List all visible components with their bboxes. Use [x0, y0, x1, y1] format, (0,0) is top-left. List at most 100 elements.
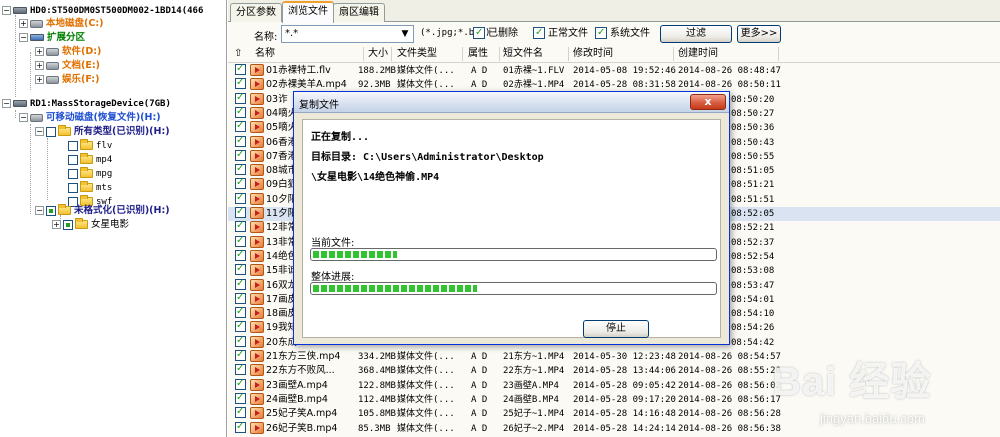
- row-checkbox[interactable]: [235, 405, 246, 419]
- tree-checkbox[interactable]: [68, 182, 78, 193]
- row-checkbox[interactable]: [235, 291, 246, 305]
- tab-partition-params[interactable]: 分区参数: [230, 3, 282, 22]
- tree-drive-d[interactable]: + 软件(D:): [35, 45, 101, 59]
- expand-toggle[interactable]: +: [19, 19, 28, 28]
- row-checkbox[interactable]: [235, 348, 246, 362]
- tree-type-flv[interactable]: flv: [68, 139, 112, 153]
- current-progress-fill: [313, 251, 397, 258]
- tree-checkbox[interactable]: [68, 168, 78, 179]
- table-row[interactable]: 24画壁B.mp4 112.4MB媒体文件(... A D 24画壁B.MP4 2014…: [228, 391, 1000, 407]
- row-checkbox[interactable]: [235, 64, 246, 76]
- row-checkbox[interactable]: [235, 319, 246, 333]
- tree-checkbox[interactable]: [68, 140, 78, 151]
- collapse-toggle[interactable]: −: [35, 206, 44, 215]
- row-checkbox[interactable]: [235, 219, 246, 233]
- cell-name: 24画壁B.mp4: [266, 393, 328, 405]
- table-row[interactable]: 26妃子笑B.mp4 85.3MB 媒体文件(... A D 26妃子~2.MP4 201…: [228, 420, 1000, 436]
- row-checkbox[interactable]: [235, 277, 246, 291]
- col-size[interactable]: 大小: [368, 45, 388, 63]
- tree-checkbox[interactable]: [46, 126, 56, 137]
- tree-local-disk-c[interactable]: + 本地磁盘(C:): [19, 17, 103, 31]
- row-checkbox[interactable]: [235, 334, 246, 348]
- tree-drive-e[interactable]: + 文档(E:): [35, 59, 100, 73]
- row-checkbox[interactable]: [235, 76, 246, 90]
- cell-attr: A D: [471, 394, 488, 405]
- partition-tree[interactable]: − HD0:ST500DM0ST500DM002-1BD14(466 + 本地磁盘(…: [0, 0, 227, 437]
- name-filter-combo[interactable]: *.* ▼: [281, 25, 414, 43]
- table-row[interactable]: 01赤裸特工.flv 188.2MB媒体文件(... A D 01赤裸~1.FLV 20…: [228, 64, 1000, 78]
- row-checkbox[interactable]: [235, 205, 246, 219]
- tree-extended-partition[interactable]: − 扩展分区: [19, 31, 85, 45]
- expand-toggle[interactable]: +: [52, 220, 61, 229]
- table-row[interactable]: 22东方不败风... 368.4MB媒体文件(... A D 22东方~1.MP4 20…: [228, 362, 1000, 378]
- tree-type-mts[interactable]: mts: [68, 181, 112, 195]
- col-type[interactable]: 文件类型: [397, 45, 437, 63]
- more-button[interactable]: 更多>>: [737, 25, 781, 43]
- tree-checkbox-partial[interactable]: [46, 205, 56, 216]
- row-checkbox[interactable]: [235, 191, 246, 205]
- col-created[interactable]: 创建时间: [678, 45, 718, 63]
- expand-toggle[interactable]: +: [35, 61, 44, 70]
- row-checkbox[interactable]: [235, 248, 246, 262]
- table-row[interactable]: 25妃子笑A.mp4 105.8MB媒体文件(... A D 25妃子~1.MP4 20…: [228, 405, 1000, 421]
- folder-icon: [58, 204, 71, 215]
- copy-files-dialog: 复制文件 x 正在复制... 目标目录: C:\Users\Administra…: [293, 91, 730, 345]
- collapse-toggle[interactable]: −: [19, 33, 28, 42]
- col-modified[interactable]: 修改时间: [573, 45, 613, 63]
- system-files-checkbox[interactable]: 系统文件: [595, 26, 650, 41]
- col-short-name[interactable]: 短文件名: [503, 45, 543, 63]
- cell-created: 2014-08-26 08:54:57: [678, 352, 781, 362]
- deleted-checkbox[interactable]: 已删除: [473, 26, 518, 41]
- tree-type-mp4[interactable]: mp4: [68, 153, 112, 167]
- row-checkbox[interactable]: [235, 162, 246, 176]
- collapse-toggle[interactable]: −: [2, 6, 11, 15]
- collapse-toggle[interactable]: −: [35, 127, 44, 136]
- row-checkbox[interactable]: [235, 377, 246, 391]
- table-row[interactable]: 23画壁A.mp4 122.8MB媒体文件(... A D 23画壁A.MP4 2014…: [228, 377, 1000, 393]
- media-file-icon: [250, 407, 264, 420]
- tree-disk1[interactable]: − RD1:MassStorageDevice(7GB): [2, 97, 171, 111]
- close-button[interactable]: x: [690, 94, 726, 110]
- cell-created: 08:54:01: [731, 294, 775, 305]
- row-checkbox[interactable]: [235, 148, 246, 162]
- row-checkbox[interactable]: [235, 262, 246, 276]
- tree-drive-f[interactable]: + 娱乐(F:): [35, 73, 99, 87]
- collapse-toggle[interactable]: −: [2, 99, 11, 108]
- cell-name: 03诈: [266, 93, 288, 105]
- tree-type-mpg[interactable]: mpg: [68, 167, 112, 181]
- expand-toggle[interactable]: +: [35, 47, 44, 56]
- up-arrow-icon[interactable]: ⇧: [234, 45, 242, 63]
- tree-unformatted[interactable]: − 未格式化(已识别)(H:): [35, 204, 170, 218]
- row-checkbox[interactable]: [235, 134, 246, 148]
- media-file-icon: [250, 149, 264, 162]
- row-checkbox[interactable]: [235, 91, 246, 105]
- row-checkbox[interactable]: [235, 234, 246, 248]
- row-checkbox[interactable]: [235, 176, 246, 190]
- normal-files-checkbox[interactable]: 正常文件: [533, 26, 588, 41]
- row-checkbox[interactable]: [235, 420, 246, 434]
- tree-disk0[interactable]: − HD0:ST500DM0ST500DM002-1BD14(466: [2, 4, 203, 18]
- stop-button[interactable]: 停止: [583, 320, 649, 338]
- row-checkbox[interactable]: [235, 391, 246, 405]
- row-checkbox[interactable]: [235, 119, 246, 133]
- cell-short-name: 21东方~1.MP4: [503, 352, 565, 362]
- dialog-title-bar[interactable]: 复制文件 x: [294, 92, 729, 113]
- tab-browse-files[interactable]: 浏览文件: [282, 1, 334, 23]
- tree-checkbox[interactable]: [68, 154, 78, 165]
- tab-sector-edit[interactable]: 扇区编辑: [333, 3, 385, 22]
- col-name[interactable]: 名称: [255, 45, 275, 63]
- table-row[interactable]: 21东方三侠.mp4 334.2MB媒体文件(... A D 21东方~1.MP4 20…: [228, 348, 1000, 364]
- chevron-down-icon[interactable]: ▼: [399, 27, 411, 41]
- row-checkbox[interactable]: [235, 362, 246, 376]
- row-checkbox[interactable]: [235, 305, 246, 319]
- media-file-icon: [250, 207, 264, 219]
- tree-removable-disk[interactable]: − 可移动磁盘(恢复文件)(H:): [19, 111, 161, 125]
- row-checkbox[interactable]: [235, 105, 246, 119]
- collapse-toggle[interactable]: −: [19, 113, 28, 122]
- expand-toggle[interactable]: +: [35, 75, 44, 84]
- filter-button[interactable]: 过滤: [660, 25, 732, 43]
- tree-star-folder[interactable]: + 女星电影: [52, 218, 129, 232]
- col-attr[interactable]: 属性: [468, 45, 488, 63]
- tree-all-types[interactable]: − 所有类型(已识别)(H:): [35, 125, 170, 139]
- tree-checkbox-partial[interactable]: [63, 219, 73, 230]
